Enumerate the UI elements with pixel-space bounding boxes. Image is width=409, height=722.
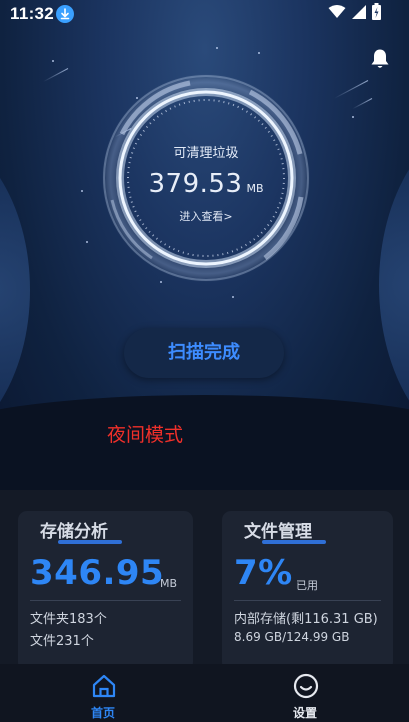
star bbox=[81, 190, 83, 192]
shooting-star bbox=[352, 98, 373, 110]
status-time: 11:32 bbox=[10, 4, 55, 23]
battery-icon bbox=[372, 3, 381, 25]
scan-complete-button[interactable]: 扫描完成 bbox=[124, 328, 284, 378]
shooting-star bbox=[334, 80, 369, 99]
status-icons bbox=[328, 3, 381, 25]
app-screen: 11:32 可清理垃圾 379.53 MB 进入查看> 扫描完成 夜间模式 存储… bbox=[0, 0, 409, 722]
file-management-card[interactable]: 文件管理 7% 已用 内部存储(剩116.31 GB) 8.69 GB/124.… bbox=[222, 511, 393, 671]
gauge-unit: MB bbox=[246, 182, 264, 195]
gauge-content: 可清理垃圾 379.53 MB 进入查看> bbox=[100, 72, 312, 284]
nav-label-settings: 设置 bbox=[292, 706, 317, 720]
storage-value: 346.95 bbox=[30, 553, 165, 593]
gauge-value-row: 379.53 MB bbox=[100, 169, 312, 199]
gauge-value: 379.53 bbox=[148, 169, 243, 199]
star bbox=[52, 60, 54, 62]
planet-right bbox=[379, 120, 409, 450]
night-mode-label[interactable]: 夜间模式 bbox=[107, 420, 183, 447]
internal-storage-free: 内部存储(剩116.31 GB) bbox=[234, 612, 378, 627]
bell-icon[interactable] bbox=[370, 48, 390, 70]
view-details-link[interactable]: 进入查看> bbox=[100, 208, 312, 224]
nav-item-settings[interactable]: 设置 bbox=[255, 664, 355, 722]
card-title: 存储分析 bbox=[40, 522, 108, 542]
nav-label-home: 首页 bbox=[90, 706, 115, 720]
home-icon bbox=[91, 673, 117, 699]
file-count: 文件231个 bbox=[30, 634, 94, 649]
star bbox=[216, 47, 218, 49]
used-label: 已用 bbox=[296, 579, 318, 592]
star bbox=[232, 296, 234, 298]
star bbox=[352, 116, 354, 118]
download-icon bbox=[56, 5, 74, 23]
horizon-hill bbox=[0, 395, 409, 490]
nav-item-home[interactable]: 首页 bbox=[53, 664, 153, 722]
junk-gauge[interactable]: 可清理垃圾 379.53 MB 进入查看> bbox=[100, 72, 312, 284]
star bbox=[86, 241, 88, 243]
star bbox=[258, 52, 260, 54]
storage-unit: MB bbox=[160, 577, 178, 590]
settings-face-icon bbox=[293, 673, 319, 699]
signal-icon bbox=[352, 4, 366, 24]
bottom-nav: 首页 设置 bbox=[0, 664, 409, 722]
storage-used-percent: 7% bbox=[234, 553, 293, 593]
card-divider bbox=[30, 600, 181, 601]
status-bar: 11:32 bbox=[0, 0, 409, 30]
card-divider bbox=[234, 600, 381, 601]
shooting-star bbox=[43, 68, 69, 83]
internal-storage-usage: 8.69 GB/124.99 GB bbox=[234, 630, 350, 644]
wifi-icon bbox=[328, 4, 346, 24]
storage-analysis-card[interactable]: 存储分析 346.95 MB 文件夹183个 文件231个 bbox=[18, 511, 193, 671]
card-title: 文件管理 bbox=[244, 522, 312, 542]
folder-count: 文件夹183个 bbox=[30, 612, 107, 627]
gauge-label: 可清理垃圾 bbox=[173, 146, 239, 161]
planet-left bbox=[0, 130, 30, 450]
